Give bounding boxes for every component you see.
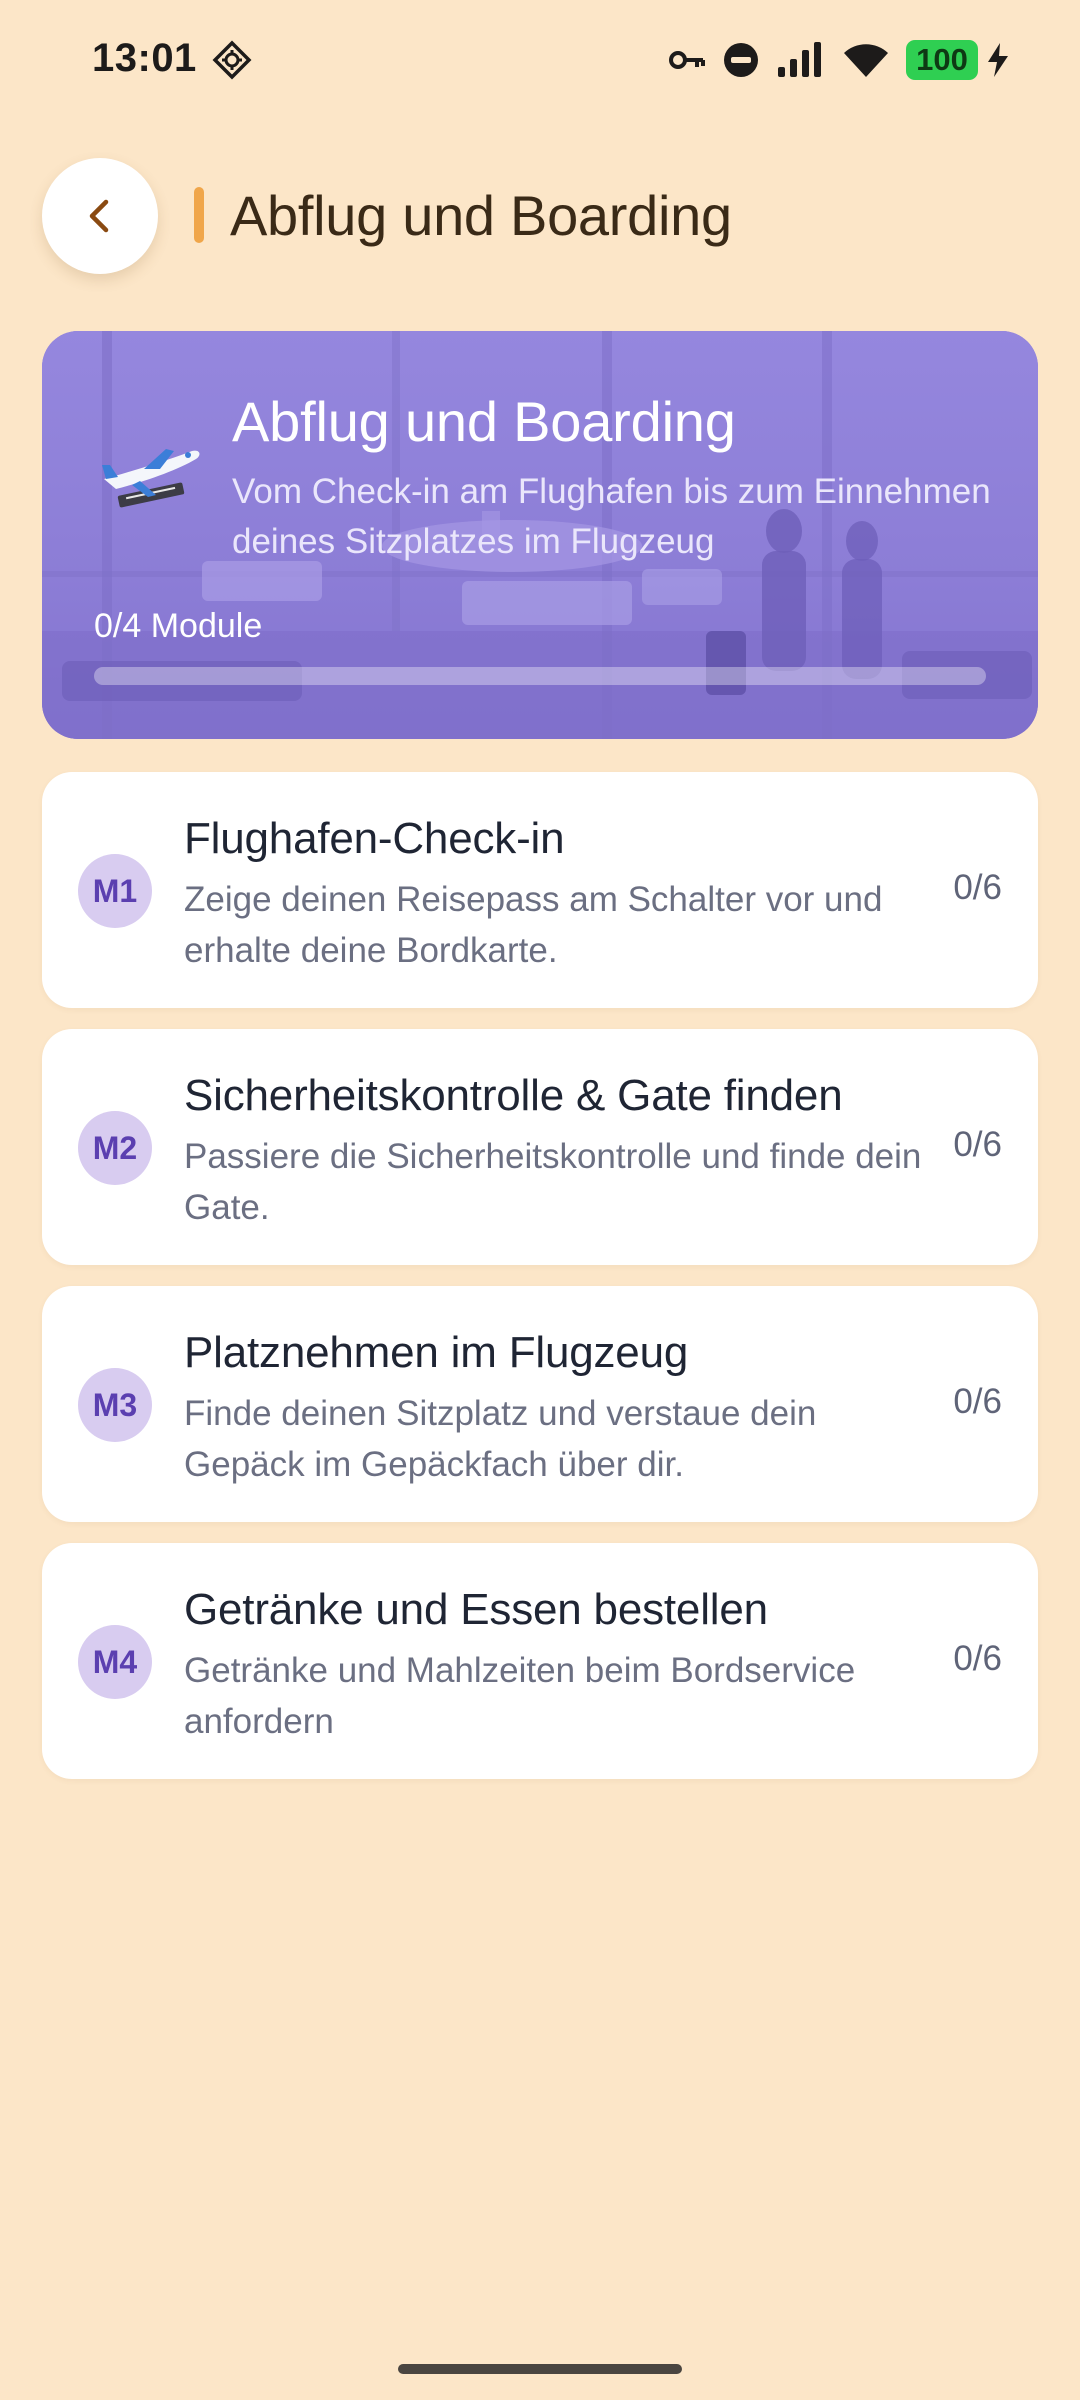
location-diamond-icon [212,40,252,80]
module-card-m2[interactable]: M2 Sicherheitskontrolle & Gate finden Pa… [42,1029,1038,1265]
page-title: Abflug und Boarding [230,184,732,247]
vpn-key-icon [669,51,705,69]
wifi-icon [844,44,888,77]
module-badge: M3 [78,1368,152,1442]
chevron-left-icon [89,199,109,233]
module-description: Zeige deinen Reisepass am Schalter vor u… [184,880,883,970]
status-bar: 13:01 100 [0,0,1080,120]
battery-icon: 100 [906,40,978,80]
module-title: Sicherheitskontrolle & Gate finden [184,1071,843,1120]
status-icons: 100 [668,38,1010,82]
home-indicator[interactable] [398,2364,682,2374]
module-badge: M2 [78,1111,152,1185]
module-title: Platznehmen im Flugzeug [184,1328,689,1377]
battery-level: 100 [916,42,968,77]
title-accent-bar [194,187,204,243]
module-title: Flughafen-Check-in [184,814,565,863]
signal-icon [778,42,821,77]
module-badge: M1 [78,854,152,928]
module-badge: M4 [78,1625,152,1699]
do-not-disturb-icon [724,43,758,77]
module-card-m3[interactable]: M3 Platznehmen im Flugzeug Finde deinen … [42,1286,1038,1522]
module-progress: 0/6 [953,1639,1002,1678]
module-card-m1[interactable]: M1 Flughafen-Check-in Zeige deinen Reise… [42,772,1038,1008]
module-progress: 0/6 [953,1125,1002,1164]
screen: 13:01 100 Abflug und Boarding Abflug und… [0,0,1080,2400]
status-time: 13:01 [92,36,197,80]
hero-subtitle: Vom Check-in am Flughafen bis zum Einneh… [232,472,991,561]
module-progress: 0/6 [953,1382,1002,1421]
course-hero-card: Abflug und Boarding Vom Check-in am Flug… [42,331,1038,739]
hero-progress-bar [94,667,986,685]
charging-bolt-icon [988,43,1008,77]
airplane-departure-icon [102,449,200,508]
hero-title: Abflug und Boarding [232,390,736,453]
hero-progress-label: 0/4 Module [94,607,263,645]
back-button[interactable] [42,158,158,274]
module-card-m4[interactable]: M4 Getränke und Essen bestellen Getränke… [42,1543,1038,1779]
module-description: Getränke und Mahlzeiten beim Bordservice… [184,1651,856,1741]
module-title: Getränke und Essen bestellen [184,1585,768,1634]
module-description: Passiere die Sicherheitskontrolle und fi… [184,1137,922,1227]
module-description: Finde deinen Sitzplatz und verstaue dein… [184,1394,817,1484]
module-progress: 0/6 [953,868,1002,907]
